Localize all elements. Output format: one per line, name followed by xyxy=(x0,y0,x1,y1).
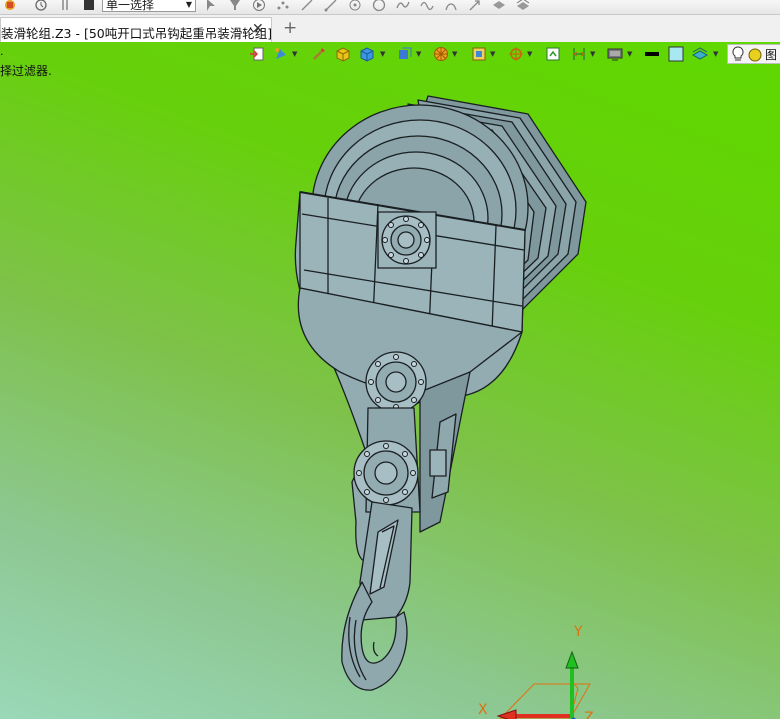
pulley-block-model[interactable] xyxy=(0,42,780,719)
pointer-icon[interactable] xyxy=(204,0,218,12)
new-tab-button[interactable]: + xyxy=(283,19,297,37)
coordinate-triad: Y X Z xyxy=(478,624,594,719)
close-icon[interactable]: ✕ xyxy=(252,21,264,37)
selection-mode-value: 单一选择 xyxy=(106,0,155,12)
document-tab[interactable]: 装滑轮组.Z3 - [50吨开口式吊钩起重吊装滑轮组] ✕ xyxy=(0,17,272,42)
layers-icon[interactable] xyxy=(492,0,506,12)
stretch-icon[interactable] xyxy=(444,0,458,12)
z-axis-label: Z xyxy=(584,710,594,719)
curve-icon[interactable] xyxy=(420,0,434,12)
x-axis-label: X xyxy=(478,702,488,718)
document-tab-bar: 装滑轮组.Z3 - [50吨开口式吊钩起重吊装滑轮组] ✕ + xyxy=(0,15,780,43)
play-icon[interactable] xyxy=(252,0,266,12)
pin-icon[interactable] xyxy=(58,0,72,12)
circle-icon[interactable] xyxy=(372,0,386,12)
filter-icon[interactable] xyxy=(228,0,242,12)
chevron-down-icon: ▼ xyxy=(185,0,192,9)
y-axis-label: Y xyxy=(573,624,583,640)
spline-icon[interactable] xyxy=(396,0,410,12)
tools-icon[interactable] xyxy=(516,0,530,12)
selection-mode-select[interactable]: 单一选择 ▼ xyxy=(102,0,196,12)
point-icon[interactable] xyxy=(348,0,362,12)
stop-icon[interactable] xyxy=(82,0,96,12)
arrow-icon[interactable] xyxy=(468,0,482,12)
main-toolbar: 单一选择 ▼ xyxy=(0,0,780,15)
line-icon[interactable] xyxy=(324,0,338,12)
points-icon[interactable] xyxy=(276,0,290,12)
line-icon[interactable] xyxy=(300,0,314,12)
graphics-viewport[interactable]: . 择过滤器. ▼ ▼ ▼ ▼ ▼ ▼ ▼ ▼ ▼ 图 Y X Z xyxy=(0,42,780,719)
app-logo-icon[interactable] xyxy=(3,0,17,12)
history-icon[interactable] xyxy=(34,0,48,12)
document-tab-title: 装滑轮组.Z3 - [50吨开口式吊钩起重吊装滑轮组] xyxy=(1,26,272,41)
